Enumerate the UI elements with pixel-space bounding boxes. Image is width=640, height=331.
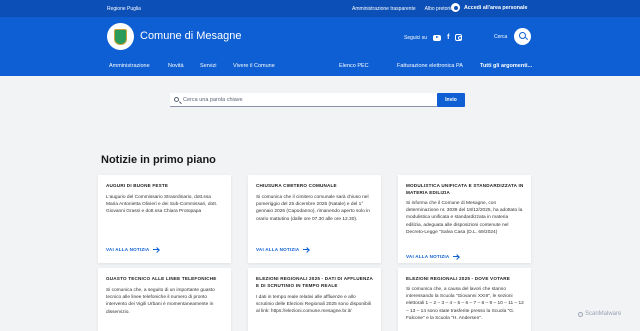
nav-item-novita[interactable]: Novità bbox=[168, 63, 184, 69]
news-card-text: Si comunica che, a causa del lavori che … bbox=[406, 287, 524, 321]
read-more-link[interactable]: VAI ALLA NOTIZIA bbox=[106, 247, 160, 252]
main-navbar: Amministrazione Novità Servizi Vivere il… bbox=[0, 59, 640, 76]
news-card: AUGURI DI BUONE FESTE L'augurio del Comm… bbox=[98, 175, 231, 263]
search-icon bbox=[174, 96, 179, 102]
news-card-text: L'augurio del Commissario Straordinario,… bbox=[106, 195, 218, 215]
user-icon bbox=[451, 3, 460, 12]
nav-item-servizi[interactable]: Servizi bbox=[200, 63, 217, 69]
municipality-crest-logo[interactable] bbox=[107, 23, 134, 50]
nav-item-elenco-pec[interactable]: Elenco PEC bbox=[339, 63, 369, 69]
site-title[interactable]: Comune di Mesagne bbox=[140, 30, 242, 42]
search-section: Cerca una parola chiave Invio bbox=[0, 76, 640, 144]
slim-links: Amministrazione trasparente Albo pretori… bbox=[352, 6, 453, 12]
header: Comune di Mesagne Seguici su f Cerca bbox=[0, 17, 640, 59]
search-icon[interactable] bbox=[514, 28, 532, 45]
arrow-right-icon bbox=[453, 256, 460, 257]
arrow-right-icon bbox=[303, 249, 310, 250]
news-card-category[interactable]: GUASTO TECNICO ALLE LINEE TELEFONICHE bbox=[106, 276, 226, 283]
nav-item-amministrazione[interactable]: Amministrazione bbox=[109, 63, 150, 69]
read-more-link[interactable]: VAI ALLA NOTIZIA bbox=[256, 247, 310, 252]
news-card-category[interactable]: MODULISTICA UNIFICATA E STANDARDIZZATA I… bbox=[406, 183, 526, 196]
header-search: Cerca bbox=[494, 28, 532, 45]
news-card-text: Si informa che il Comune di Mesagne, con… bbox=[406, 201, 523, 235]
news-heading: Notizie in primo piano bbox=[101, 154, 216, 166]
news-card: CHIUSURA CIMITERO COMUNALE Si comunica c… bbox=[248, 175, 381, 263]
news-card-category[interactable]: ELEZIONI REGIONALI 2025 - DATI DI AFFLUE… bbox=[256, 276, 376, 289]
facebook-icon[interactable]: f bbox=[447, 34, 449, 41]
news-card-category[interactable]: ELEZIONI REGIONALI 2025 - DOVE VOTARE bbox=[406, 276, 526, 283]
news-card-text: Si comunica che, a seguito di un importa… bbox=[106, 288, 215, 315]
watermark: ScanMalware bbox=[578, 311, 621, 317]
albo-pretorio-link[interactable]: Albo pretorio bbox=[425, 6, 453, 12]
news-card-text: I dati in tempo reale relativi alle affl… bbox=[256, 295, 371, 315]
read-more-link[interactable]: VAI ALLA NOTIZIA bbox=[406, 254, 460, 259]
read-more-label: VAI ALLA NOTIZIA bbox=[256, 247, 300, 252]
nav-item-fatturazione[interactable]: Fatturazione elettronica PA bbox=[397, 63, 463, 69]
social-links: Seguici su f bbox=[404, 34, 463, 41]
nav-item-tutti-argomenti[interactable]: Tutti gli argomenti... bbox=[480, 63, 532, 69]
youtube-icon[interactable] bbox=[433, 34, 442, 41]
search-input[interactable]: Cerca una parola chiave bbox=[170, 93, 437, 107]
watermark-text: ScanMalware bbox=[585, 311, 622, 317]
news-card-category[interactable]: CHIUSURA CIMITERO COMUNALE bbox=[256, 183, 376, 190]
amministrazione-trasparente-link[interactable]: Amministrazione trasparente bbox=[352, 6, 416, 12]
news-section: Notizie in primo piano AUGURI DI BUONE F… bbox=[0, 144, 640, 331]
login-button[interactable]: Accedi all'area personale bbox=[451, 3, 527, 12]
news-card: ELEZIONI REGIONALI 2025 - DOVE VOTARE Si… bbox=[398, 268, 531, 331]
read-more-label: VAI ALLA NOTIZIA bbox=[406, 254, 450, 259]
news-card-category[interactable]: AUGURI DI BUONE FESTE bbox=[106, 183, 226, 190]
region-link[interactable]: Regione Puglia bbox=[107, 6, 141, 12]
news-card: MODULISTICA UNIFICATA E STANDARDIZZATA I… bbox=[398, 175, 531, 263]
login-label: Accedi all'area personale bbox=[464, 4, 528, 11]
social-label: Seguici su bbox=[404, 34, 428, 41]
search-placeholder: Cerca una parola chiave bbox=[183, 97, 243, 103]
read-more-label: VAI ALLA NOTIZIA bbox=[106, 247, 150, 252]
watermark-icon bbox=[578, 311, 583, 317]
nav-item-vivere-il-comune[interactable]: Vivere il Comune bbox=[233, 63, 275, 69]
search-submit-button[interactable]: Invio bbox=[437, 93, 465, 107]
slim-header: Regione Puglia Amministrazione trasparen… bbox=[0, 0, 640, 17]
news-card: GUASTO TECNICO ALLE LINEE TELEFONICHE Si… bbox=[98, 268, 231, 331]
news-card: ELEZIONI REGIONALI 2025 - DATI DI AFFLUE… bbox=[248, 268, 381, 331]
arrow-right-icon bbox=[153, 249, 160, 250]
news-card-text: Si comunica che il cimitero comunale sar… bbox=[256, 195, 370, 222]
instagram-icon[interactable] bbox=[455, 34, 463, 41]
search-label: Cerca bbox=[494, 33, 508, 40]
